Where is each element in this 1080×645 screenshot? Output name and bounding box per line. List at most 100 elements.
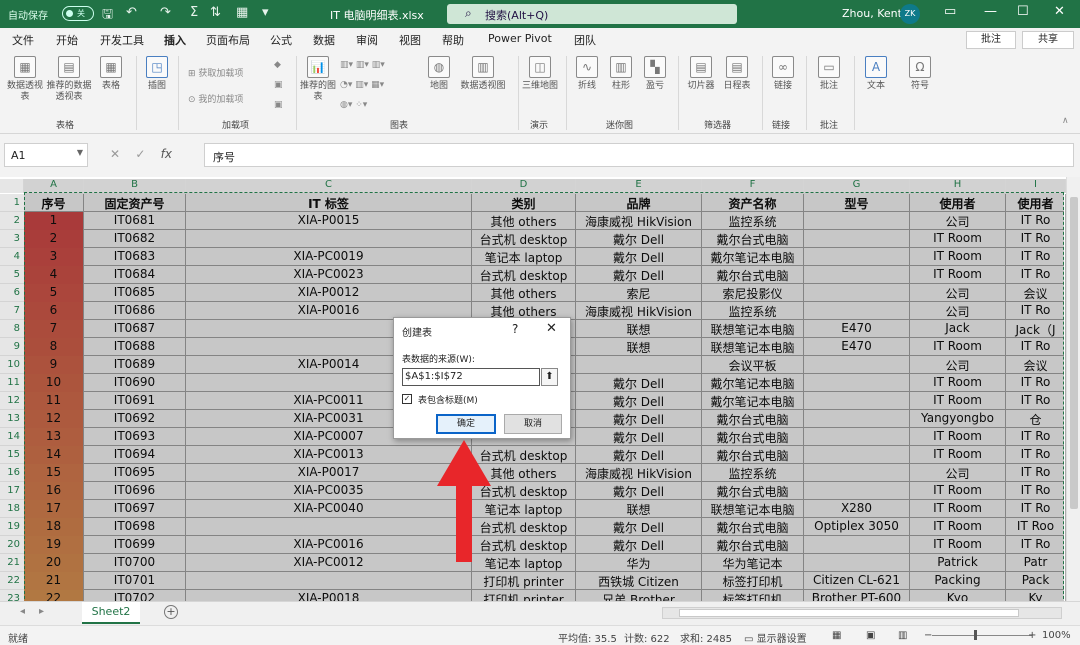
table-cell[interactable]: IT Room xyxy=(910,248,1006,266)
table-cell[interactable]: IT Room xyxy=(910,428,1006,446)
sheet-tab[interactable]: Sheet2 xyxy=(82,602,140,624)
table-cell[interactable] xyxy=(804,554,910,572)
table-cell[interactable]: E470 xyxy=(804,320,910,338)
table-cell[interactable] xyxy=(804,482,910,500)
row-header[interactable]: 10 xyxy=(0,356,24,374)
table-cell[interactable]: XIA-PC0016 xyxy=(186,536,472,554)
row-header[interactable]: 11 xyxy=(0,374,24,392)
document-title[interactable]: IT 电脑明细表.xlsx xyxy=(330,7,424,23)
has-headers-checkbox[interactable]: ✓ xyxy=(402,394,412,404)
insert-function-icon[interactable]: fx xyxy=(161,147,172,161)
table-cell[interactable]: 13 xyxy=(24,428,84,446)
table-cell[interactable]: 公司 xyxy=(910,464,1006,482)
table-cell[interactable]: Pack xyxy=(1006,572,1066,590)
comment-insert-button[interactable]: ▭ 批注 xyxy=(812,56,846,92)
table-cell[interactable]: IT Ro xyxy=(1006,338,1066,356)
table-cell[interactable]: 联想笔记本电脑 xyxy=(702,338,804,356)
display-settings-button[interactable]: ▭ 显示器设置 xyxy=(744,630,807,645)
redo-icon[interactable]: ↷ xyxy=(160,5,171,20)
table-cell[interactable] xyxy=(804,536,910,554)
table-cell[interactable]: IT Ro xyxy=(1006,500,1066,518)
recommended-charts-button[interactable]: 📊 推荐的图表 xyxy=(300,56,336,103)
quick-access-more-icon[interactable]: ▾ xyxy=(262,5,269,20)
row-header[interactable]: 9 xyxy=(0,338,24,356)
column-header-a[interactable]: A xyxy=(24,179,84,193)
column-title-cell[interactable]: 固定资产号 xyxy=(84,194,186,212)
page-break-view-icon[interactable]: ▥ xyxy=(898,630,907,641)
row-header[interactable]: 17 xyxy=(0,482,24,500)
table-cell[interactable]: IT0701 xyxy=(84,572,186,590)
table-cell[interactable]: XIA-PC0013 xyxy=(186,446,472,464)
autosave-toggle[interactable]: 关 xyxy=(62,6,94,21)
formula-input[interactable]: 序号 xyxy=(204,143,1074,167)
table-cell[interactable] xyxy=(804,230,910,248)
table-cell[interactable]: 16 xyxy=(24,482,84,500)
table-cell[interactable]: IT Room xyxy=(910,518,1006,536)
table-cell[interactable]: 戴尔笔记本电脑 xyxy=(702,392,804,410)
table-cell[interactable]: 其他 others xyxy=(472,464,576,482)
avatar[interactable]: ZK xyxy=(900,4,920,24)
table-cell[interactable]: 戴尔台式电脑 xyxy=(702,518,804,536)
table-cell[interactable] xyxy=(804,374,910,392)
table-cell[interactable]: IT Ro xyxy=(1006,464,1066,482)
column-title-cell[interactable]: 品牌 xyxy=(576,194,702,212)
tab-team[interactable]: 团队 xyxy=(574,32,596,48)
table-cell[interactable]: IT Ro xyxy=(1006,428,1066,446)
share-button[interactable]: 共享 xyxy=(1022,31,1074,49)
table-cell[interactable]: IT0683 xyxy=(84,248,186,266)
maps-button[interactable]: ◍ 地图 xyxy=(424,56,454,92)
column-title-cell[interactable]: 序号 xyxy=(24,194,84,212)
table-cell[interactable]: Yangyongbo xyxy=(910,410,1006,428)
3d-map-button[interactable]: ◫ 三维地图 xyxy=(522,56,558,92)
zoom-level[interactable]: 100% xyxy=(1042,630,1071,641)
table-cell[interactable]: 戴尔笔记本电脑 xyxy=(702,374,804,392)
tab-help[interactable]: 帮助 xyxy=(442,32,464,48)
table-cell[interactable]: 6 xyxy=(24,302,84,320)
row-header[interactable]: 19 xyxy=(0,518,24,536)
table-cell[interactable]: 戴尔台式电脑 xyxy=(702,266,804,284)
table-cell[interactable]: 索尼 xyxy=(576,284,702,302)
table-cell[interactable]: 21 xyxy=(24,572,84,590)
collapse-ribbon-icon[interactable]: ∧ xyxy=(1062,116,1069,126)
table-cell[interactable] xyxy=(804,446,910,464)
table-cell[interactable]: 监控系统 xyxy=(702,464,804,482)
table-cell[interactable]: 索尼投影仪 xyxy=(702,284,804,302)
table-cell[interactable]: 18 xyxy=(24,518,84,536)
table-cell[interactable]: 其他 others xyxy=(472,212,576,230)
table-cell[interactable]: IT0691 xyxy=(84,392,186,410)
table-cell[interactable] xyxy=(804,392,910,410)
vertical-scrollbar[interactable] xyxy=(1066,177,1080,601)
table-cell[interactable] xyxy=(804,464,910,482)
table-cell[interactable]: XIA-P0012 xyxy=(186,284,472,302)
table-cell[interactable]: XIA-P0017 xyxy=(186,464,472,482)
table-cell[interactable]: 台式机 desktop xyxy=(472,536,576,554)
table-cell[interactable]: IT Ro xyxy=(1006,536,1066,554)
column-title-cell[interactable]: 类别 xyxy=(472,194,576,212)
table-cell[interactable]: IT Ro xyxy=(1006,392,1066,410)
table-cell[interactable]: IT0684 xyxy=(84,266,186,284)
row-header[interactable]: 1 xyxy=(0,194,24,212)
column-header-i[interactable]: I xyxy=(1006,179,1066,193)
sheet-nav-arrows[interactable]: ◂▸ xyxy=(20,606,58,617)
table-cell[interactable]: 台式机 desktop xyxy=(472,446,576,464)
table-cell[interactable]: 3 xyxy=(24,248,84,266)
row-header[interactable]: 16 xyxy=(0,464,24,482)
my-addins-button[interactable]: ⊙ 我的加载项 xyxy=(188,92,243,105)
table-cell[interactable]: IT Ro xyxy=(1006,482,1066,500)
tab-home[interactable]: 开始 xyxy=(56,32,78,48)
table-cell[interactable]: 笔记本 laptop xyxy=(472,500,576,518)
recommended-pivot-button[interactable]: ▤ 推荐的数据透视表 xyxy=(44,56,94,103)
table-cell[interactable]: IT Room xyxy=(910,374,1006,392)
table-cell[interactable]: IT0685 xyxy=(84,284,186,302)
source-range-input[interactable]: $A$1:$I$72 xyxy=(402,368,540,386)
zoom-slider-knob[interactable] xyxy=(974,630,977,640)
table-cell[interactable]: IT0682 xyxy=(84,230,186,248)
table-cell[interactable]: 戴尔 Dell xyxy=(576,248,702,266)
table-cell[interactable]: Ky xyxy=(1006,590,1066,601)
table-cell[interactable]: XIA-PC0012 xyxy=(186,554,472,572)
row-header[interactable]: 14 xyxy=(0,428,24,446)
table-cell[interactable]: 笔记本 laptop xyxy=(472,248,576,266)
table-cell[interactable]: IT0700 xyxy=(84,554,186,572)
column-header-e[interactable]: E xyxy=(576,179,702,193)
table-cell[interactable]: XIA-P0015 xyxy=(186,212,472,230)
